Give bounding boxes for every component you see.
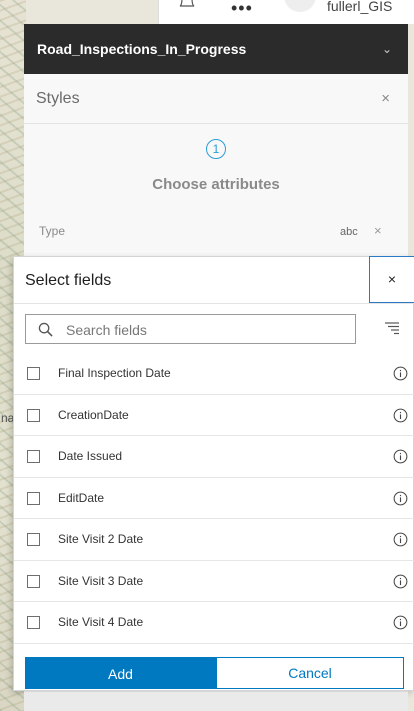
chevron-down-icon[interactable]: ⌄ [382, 42, 392, 56]
styles-title: Styles [36, 90, 80, 107]
info-icon[interactable] [393, 491, 408, 506]
search-box [25, 314, 356, 344]
field-checkbox[interactable] [27, 408, 40, 422]
field-label: Site Visit 3 Date [58, 573, 144, 588]
search-icon [38, 322, 53, 337]
field-list: Final Inspection Date CreationDate Date … [14, 353, 414, 644]
close-icon[interactable]: × [381, 90, 390, 107]
cancel-button[interactable]: Cancel [216, 657, 404, 689]
field-label: EditDate [58, 490, 105, 505]
step-number: 1 [206, 139, 226, 159]
filter-icon[interactable] [384, 321, 400, 335]
more-dots-icon[interactable]: ••• [231, 0, 253, 19]
string-type-badge: abc [340, 226, 358, 238]
field-row[interactable]: Site Visit 4 Date [14, 602, 414, 644]
field-checkbox[interactable] [27, 574, 40, 588]
field-label: CreationDate [58, 407, 129, 422]
field-row[interactable]: EditDate [14, 478, 414, 519]
info-icon[interactable] [393, 366, 408, 381]
field-label: Site Visit 4 Date [58, 615, 144, 629]
field-label: Date Issued [58, 449, 123, 463]
field-row[interactable]: Final Inspection Date [14, 353, 414, 395]
top-header: ••• fullerl_GIS [158, 0, 414, 24]
avatar[interactable] [284, 0, 316, 12]
search-input[interactable] [66, 320, 346, 339]
panel-bottom-bar [24, 691, 408, 711]
field-row[interactable]: CreationDate [14, 395, 414, 436]
dialog-close-button[interactable]: × [369, 256, 414, 303]
username[interactable]: fullerl_GIS [327, 0, 392, 14]
info-icon[interactable] [393, 449, 408, 464]
field-checkbox[interactable] [27, 491, 40, 505]
field-checkbox[interactable] [27, 450, 40, 463]
bell-icon[interactable] [179, 0, 195, 8]
styles-header: Styles × [24, 74, 408, 124]
select-fields-dialog: Select fields × Final Inspection Date Cr… [13, 256, 414, 691]
step-title: Choose attributes [152, 176, 280, 193]
field-checkbox[interactable] [27, 367, 40, 380]
add-button[interactable]: Add [25, 657, 216, 689]
field-checkbox[interactable] [27, 616, 40, 629]
field-row[interactable]: Site Visit 3 Date [14, 561, 414, 602]
info-icon[interactable] [393, 615, 408, 630]
info-icon[interactable] [393, 574, 408, 589]
field-row[interactable]: Date Issued [14, 436, 414, 478]
attribute-type-label: Type [39, 224, 66, 238]
info-icon[interactable] [393, 408, 408, 423]
info-icon[interactable] [393, 532, 408, 547]
field-row[interactable]: Site Visit 2 Date [14, 519, 414, 561]
field-label: Final Inspection Date [58, 366, 171, 380]
remove-attribute-icon[interactable]: × [374, 223, 382, 238]
field-label: Site Visit 2 Date [58, 532, 144, 546]
layer-title: Road_Inspections_In_Progress [37, 41, 247, 57]
dialog-footer: Add Cancel [25, 657, 404, 689]
dialog-header: Select fields × [14, 256, 414, 304]
layer-header[interactable]: Road_Inspections_In_Progress ⌄ [24, 24, 408, 74]
field-checkbox[interactable] [27, 533, 40, 546]
dialog-title: Select fields [25, 272, 112, 289]
